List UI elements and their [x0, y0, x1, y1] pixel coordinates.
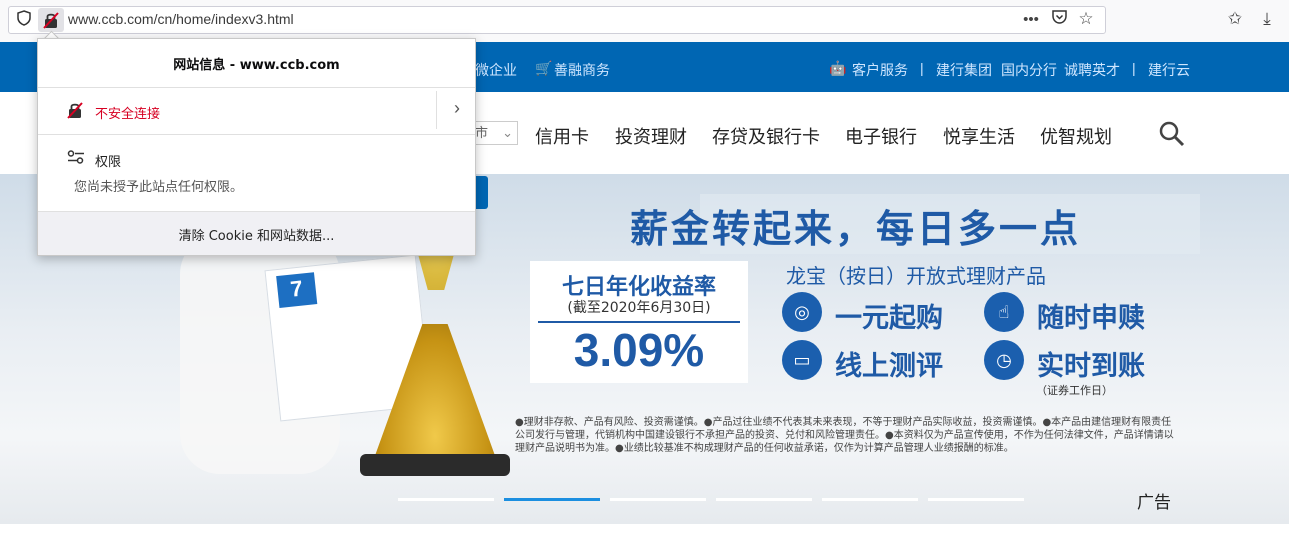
permissions-title: 权限 [95, 155, 122, 170]
top-link-group[interactable]: 建行集团 [936, 60, 992, 80]
top-link-customer-service[interactable]: 客户服务 [852, 60, 908, 80]
slide-indicator[interactable] [398, 498, 494, 501]
separator: | [920, 60, 924, 76]
nav-credit-card[interactable]: 信用卡 [535, 123, 589, 149]
top-link-micro-enterprise[interactable]: 微企业 [475, 60, 517, 80]
chevron-right-icon[interactable]: › [446, 98, 468, 119]
permissions-description: 您尚未授予此站点任何权限。 [74, 180, 244, 195]
site-info-popup: 网站信息 - www.ccb.com 不安全连接 › 权限 您尚未授予此站点任何… [37, 38, 476, 256]
nav-deposits-loans[interactable]: 存贷及银行卡 [712, 123, 820, 149]
slide-indicator[interactable] [822, 498, 918, 501]
insecure-lock-icon [67, 102, 83, 119]
permissions-icon [67, 150, 84, 164]
feature-text: 随时申赎 [1037, 303, 1145, 334]
popup-title: 网站信息 - www.ccb.com [173, 58, 340, 73]
search-icon[interactable] [1158, 120, 1186, 153]
clear-cookies-button[interactable]: 清除 Cookie 和网站数据... [38, 212, 475, 255]
slide-indicator[interactable] [716, 498, 812, 501]
chevron-down-icon: ⌄ [502, 125, 513, 140]
clock-money-icon: ◷ [984, 340, 1024, 380]
pocket-icon[interactable] [1049, 10, 1069, 30]
rate-box: 七日年化收益率 (截至2020年6月30日) 3.09% [530, 261, 748, 383]
hourglass-base-image [360, 454, 510, 476]
coins-icon: ◎ [782, 292, 822, 332]
slide-indicator[interactable] [928, 498, 1024, 501]
hero-headline: 薪金转起来，每日多一点 [630, 207, 1082, 251]
robot-icon: 🤖 [829, 60, 847, 76]
top-link-branches[interactable]: 国内分行 [1001, 60, 1057, 80]
product-name: 龙宝（按日）开放式理财产品 [786, 264, 1046, 288]
rate-subtitle: (截至2020年6月30日) [567, 300, 711, 316]
rate-value: 3.09% [573, 324, 705, 376]
feature-text: 实时到账 [1037, 351, 1145, 382]
top-link-cloud[interactable]: 建行云 [1148, 60, 1190, 80]
feature-text: 线上测评 [835, 351, 943, 382]
site-info-button[interactable] [38, 8, 64, 32]
insecure-connection-label: 不安全连接 [95, 107, 161, 122]
calendar-day: 7 [276, 272, 318, 308]
divider [38, 134, 475, 135]
url-text[interactable]: www.ccb.com/cn/home/indexv3.html [68, 11, 294, 27]
top-link-careers[interactable]: 诚聘英才 [1064, 60, 1120, 80]
feature-note: （证券工作日） [1036, 384, 1113, 397]
nav-lifestyle[interactable]: 悦享生活 [943, 123, 1015, 149]
insecure-lock-icon [43, 12, 59, 29]
divider [436, 91, 437, 129]
nav-planning[interactable]: 优智规划 [1040, 123, 1112, 149]
ad-label: 广告 [1137, 493, 1171, 513]
tracking-protection-icon[interactable] [15, 10, 33, 32]
clear-cookies-label: 清除 Cookie 和网站数据... [178, 229, 335, 244]
library-icon[interactable]: ✩ [1225, 9, 1245, 29]
slide-indicator-active[interactable] [504, 498, 600, 501]
cart-icon: 🛒 [535, 60, 553, 76]
download-icon[interactable]: ⤓ [1257, 9, 1277, 29]
connection-security-row[interactable]: 不安全连接 › [38, 88, 475, 134]
city-select-value: 市 [475, 125, 489, 140]
disclaimer-text: ●理财非存款、产品有风险、投资需谨慎。●产品过往业绩不代表其未来表现，不等于理财… [515, 417, 1174, 454]
hand-touch-icon: ☝ [984, 292, 1024, 332]
feature-text: 一元起购 [835, 303, 943, 334]
nav-investment[interactable]: 投资理财 [615, 123, 687, 149]
bookmark-star-icon[interactable]: ☆ [1076, 9, 1096, 29]
top-link-shanrong[interactable]: 善融商务 [554, 60, 610, 80]
login-button-edge[interactable] [474, 176, 488, 209]
separator: | [1132, 60, 1136, 76]
slide-indicator[interactable] [610, 498, 706, 501]
monitor-icon: ▭ [782, 340, 822, 380]
nav-ebanking[interactable]: 电子银行 [845, 123, 917, 149]
more-icon[interactable]: ••• [1020, 10, 1042, 30]
city-select[interactable]: 市 ⌄ [470, 121, 518, 145]
